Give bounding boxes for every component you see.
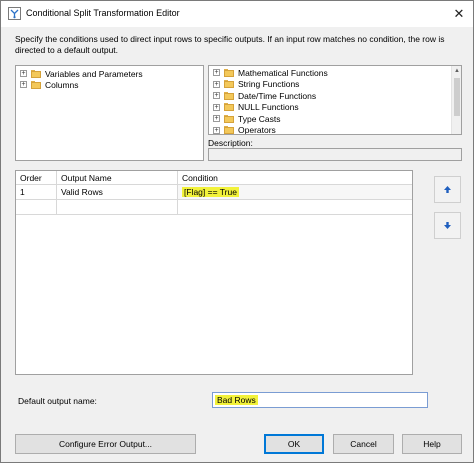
folder-icon — [224, 80, 234, 88]
tree-item-columns[interactable]: + Columns — [20, 79, 79, 90]
tree-item-label: NULL Functions — [238, 102, 299, 112]
folder-icon — [224, 126, 234, 134]
tree-item-operators[interactable]: + Operators — [213, 125, 276, 135]
tree-item-label: Date/Time Functions — [238, 90, 317, 101]
configure-error-output-button[interactable]: Configure Error Output... — [15, 434, 196, 454]
tree-item-mathematical-functions[interactable]: + Mathematical Functions — [213, 67, 328, 78]
variables-columns-tree[interactable]: + Variables and Parameters + Columns — [15, 65, 204, 161]
tree-item-label: Columns — [45, 79, 79, 90]
folder-icon — [31, 80, 41, 89]
cancel-button[interactable]: Cancel — [333, 434, 394, 454]
column-header-output-name[interactable]: Output Name — [57, 171, 178, 185]
title-bar: Conditional Split Transformation Editor … — [1, 1, 473, 27]
tree-item-date-time-functions[interactable]: + Date/Time Functions — [213, 90, 316, 101]
description-box — [208, 148, 462, 161]
move-up-button[interactable] — [434, 176, 461, 203]
expand-icon[interactable]: + — [20, 70, 27, 77]
functions-tree-scrollbar[interactable]: ▲ — [451, 66, 461, 134]
tree-item-label: Mathematical Functions — [238, 67, 328, 78]
folder-icon — [224, 91, 234, 100]
ok-button[interactable]: OK — [264, 434, 324, 454]
help-button[interactable]: Help — [402, 434, 462, 454]
functions-tree[interactable]: + Mathematical Functions + String Functi… — [208, 65, 462, 135]
column-header-condition[interactable]: Condition — [178, 171, 412, 185]
arrow-up-icon — [444, 186, 451, 193]
new-row-condition[interactable] — [178, 200, 412, 215]
condition-expression[interactable]: [Flag] == True — [182, 187, 239, 197]
expand-icon[interactable]: + — [20, 81, 27, 88]
scroll-up-icon[interactable]: ▲ — [452, 66, 461, 76]
cell-condition[interactable]: [Flag] == True — [178, 185, 412, 200]
default-output-name-input[interactable]: Bad Rows — [212, 392, 428, 408]
folder-icon — [224, 68, 234, 77]
tree-item-null-functions[interactable]: + NULL Functions — [213, 102, 299, 113]
arrow-down-icon — [444, 222, 451, 229]
new-row-output-name[interactable] — [57, 200, 178, 215]
default-output-value[interactable]: Bad Rows — [215, 395, 258, 405]
column-header-order[interactable]: Order — [16, 171, 57, 185]
new-row-order[interactable] — [16, 200, 57, 215]
tree-item-label: Variables and Parameters — [45, 68, 143, 79]
description-label: Description: — [208, 138, 253, 148]
default-output-label: Default output name: — [18, 396, 97, 406]
scroll-thumb[interactable] — [454, 78, 460, 116]
move-down-button[interactable] — [434, 212, 461, 239]
expand-icon[interactable]: + — [213, 115, 220, 122]
folder-icon — [224, 103, 234, 111]
ssis-app-icon — [8, 7, 21, 20]
conditions-grid[interactable]: Order Output Name Condition 1 Valid Rows… — [15, 170, 413, 375]
tree-item-label: Operators — [238, 125, 276, 135]
cell-order[interactable]: 1 — [16, 185, 57, 200]
tree-item-label: String Functions — [238, 79, 300, 89]
expand-icon[interactable]: + — [213, 126, 220, 134]
instructions-text: Specify the conditions used to direct in… — [15, 34, 445, 55]
tree-item-type-casts[interactable]: + Type Casts — [213, 113, 281, 124]
folder-icon — [31, 69, 41, 78]
expand-icon[interactable]: + — [213, 80, 220, 88]
window-title: Conditional Split Transformation Editor — [26, 8, 180, 18]
expand-icon[interactable]: + — [213, 92, 220, 99]
cell-output-name[interactable]: Valid Rows — [57, 185, 178, 200]
close-button[interactable]: ✕ — [445, 1, 473, 27]
close-icon: ✕ — [453, 6, 465, 21]
folder-icon — [224, 114, 234, 123]
expand-icon[interactable]: + — [213, 103, 220, 111]
tree-item-label: Type Casts — [238, 113, 281, 124]
tree-item-variables-and-parameters[interactable]: + Variables and Parameters — [20, 68, 143, 79]
tree-item-string-functions[interactable]: + String Functions — [213, 79, 299, 90]
editor-window: Conditional Split Transformation Editor … — [0, 0, 474, 463]
expand-icon[interactable]: + — [213, 69, 220, 76]
